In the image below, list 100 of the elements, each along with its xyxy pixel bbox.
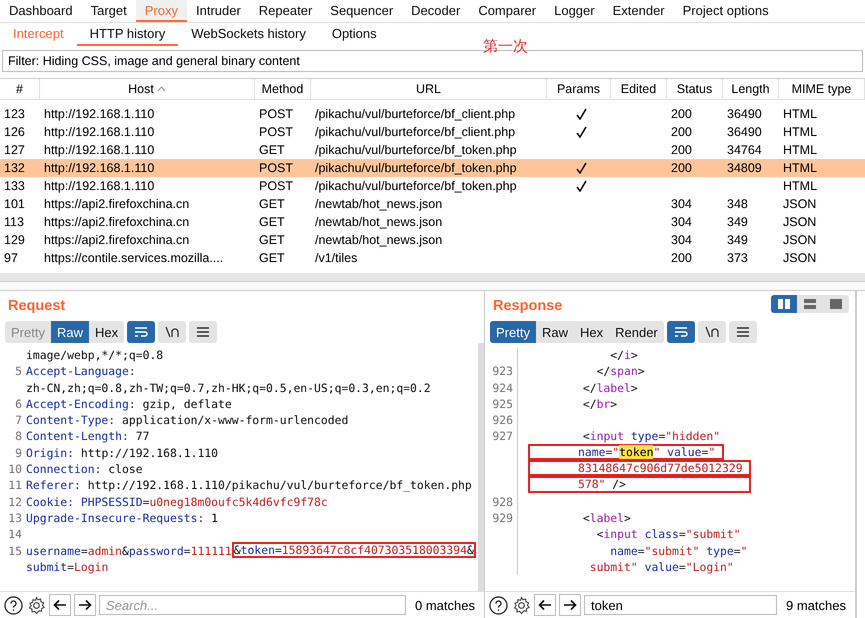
checkmark-icon	[576, 162, 586, 174]
view-tab[interactable]: Hex	[574, 321, 610, 343]
table-row[interactable]: 132 http://192.168.1.110 POST /pikachu/vul/burteforce/bf_token.php 200 34809 HTML	[0, 159, 865, 177]
help-button[interactable]	[488, 595, 508, 615]
next-button[interactable]	[559, 594, 581, 616]
menu-button[interactable]	[728, 321, 757, 343]
column-header[interactable]: Status	[667, 79, 723, 99]
table-cell-text: 36490	[726, 124, 763, 141]
table-cell-text: GET	[258, 250, 286, 267]
line-number: 5	[14, 363, 23, 380]
column-header[interactable]: Method	[255, 79, 311, 99]
table-cell-text: https://api2.firefoxchina.cn	[43, 232, 190, 249]
column-header[interactable]: Length	[723, 79, 779, 99]
line-number: 12	[7, 494, 23, 510]
table-cell-text: JSON	[782, 250, 818, 267]
column-header[interactable]: Host	[40, 79, 255, 99]
line-number: 925	[485, 396, 518, 412]
previous-button[interactable]	[534, 594, 556, 616]
table-cell-text: http://192.168.1.110	[43, 124, 156, 141]
line-number: 15	[7, 542, 23, 559]
table-cell-text: JSON	[782, 196, 818, 213]
table-cell-text: HTML	[782, 142, 818, 159]
menu-icon	[736, 326, 750, 338]
line-number: 10	[7, 461, 23, 478]
menu-icon	[196, 326, 210, 338]
view-tab[interactable]: Render	[609, 321, 664, 343]
view-tab[interactable]: Raw	[536, 321, 574, 343]
code-text: </br>	[582, 396, 618, 412]
table-cell-text: HTML	[782, 106, 818, 123]
code-text: <label>	[582, 510, 631, 526]
table-cell-text: GET	[258, 142, 286, 159]
view-tab[interactable]: Pretty	[490, 321, 536, 343]
code-text: Accept-Encoding: gzip, deflate	[26, 396, 232, 412]
help-button[interactable]	[3, 595, 23, 615]
menu-button[interactable]	[189, 321, 218, 343]
sub-tab[interactable]: WebSockets history	[178, 23, 319, 46]
newline-button[interactable]	[698, 321, 726, 343]
settings-icon	[512, 596, 530, 614]
next-button[interactable]	[74, 594, 96, 616]
column-header[interactable]: #	[0, 79, 40, 99]
column-header[interactable]: URL	[311, 79, 547, 99]
line-number: 7	[14, 412, 23, 428]
line-number: 11	[7, 477, 23, 494]
newline-icon	[704, 326, 719, 338]
sub-tab[interactable]: HTTP history	[76, 23, 178, 46]
help-icon	[4, 596, 22, 614]
table-cell-text: http://192.168.1.110	[43, 178, 156, 195]
column-header[interactable]: Edited	[611, 79, 667, 99]
table-cell-text: GET	[258, 196, 286, 213]
table-cell-text: HTML	[782, 124, 818, 141]
right-arrow-icon	[563, 599, 577, 611]
table-cell-text: POST	[258, 160, 294, 177]
horizontal-scrollbar[interactable]	[0, 273, 865, 281]
table-cell-text: /newtab/hot_news.json	[314, 196, 444, 213]
sort-ascending-icon	[156, 86, 166, 92]
table-cell-text: 348	[726, 196, 749, 213]
table-cell-text: 97	[3, 250, 19, 267]
settings-button[interactable]	[26, 595, 46, 615]
table-cell-text: POST	[258, 106, 294, 123]
wrap-icon	[134, 326, 148, 338]
view-tab[interactable]: Raw	[50, 321, 89, 343]
column-header[interactable]: MIME type	[779, 79, 865, 99]
code-text: Cookie: PHPSESSID=u0neg18m0oufc5k4d6vfc9f78c	[26, 494, 328, 510]
layout-icon	[830, 299, 842, 309]
wrap-lines-button[interactable]	[666, 321, 695, 343]
view-tab[interactable]: Hex	[88, 321, 124, 343]
table-cell-text: JSON	[782, 214, 818, 231]
newline-button[interactable]	[158, 321, 186, 343]
table-cell-text: /pikachu/vul/burteforce/bf_token.php	[314, 142, 518, 159]
table-cell-text: 304	[670, 232, 693, 249]
table-cell-text: 132	[3, 160, 26, 177]
checkmark-icon	[576, 180, 586, 192]
wrap-lines-button[interactable]	[127, 321, 156, 343]
settings-button[interactable]	[511, 595, 531, 615]
code-text: submit" value="Login"	[588, 558, 734, 576]
table-cell-text: 349	[726, 214, 749, 231]
code-text: Connection: close	[26, 461, 143, 478]
highlight-box: name="token" value="	[528, 444, 724, 460]
table-cell-text: 126	[3, 124, 26, 141]
layout-toggle-button[interactable]	[771, 295, 797, 313]
sub-tab[interactable]: Options	[318, 23, 390, 46]
table-cell-text: /pikachu/vul/burteforce/bf_token.php	[314, 160, 518, 177]
table-cell-text: POST	[258, 124, 294, 141]
table-cell-text: /newtab/hot_news.json	[314, 232, 444, 249]
code-text: name="submit" type="	[609, 542, 748, 559]
code-text: Referer: http://192.168.1.110/pikachu/vul/burteforce/bf_token.php	[26, 477, 472, 494]
table-cell-text: /pikachu/vul/burteforce/bf_client.php	[314, 124, 516, 141]
code-text: </label>	[582, 380, 638, 396]
line-number: 14	[7, 526, 23, 543]
table-cell-text: POST	[258, 178, 294, 195]
search-field[interactable]: token	[584, 595, 778, 615]
search-field[interactable]: Search...	[99, 595, 406, 615]
column-header[interactable]: Params	[547, 79, 611, 99]
code-text: zh-CN,zh;q=0.8,zh-TW;q=0.7,zh-HK;q=0.5,en-US;q=0.3,en;q=0.2	[26, 380, 431, 396]
table-cell-text: 373	[726, 250, 749, 267]
line-number: 6	[14, 396, 23, 412]
code-text: Upgrade-Insecure-Requests: 1	[26, 510, 218, 526]
previous-button[interactable]	[49, 594, 71, 616]
table-cell-text: HTML	[782, 160, 818, 177]
table-cell-text: /newtab/hot_news.json	[314, 214, 444, 231]
